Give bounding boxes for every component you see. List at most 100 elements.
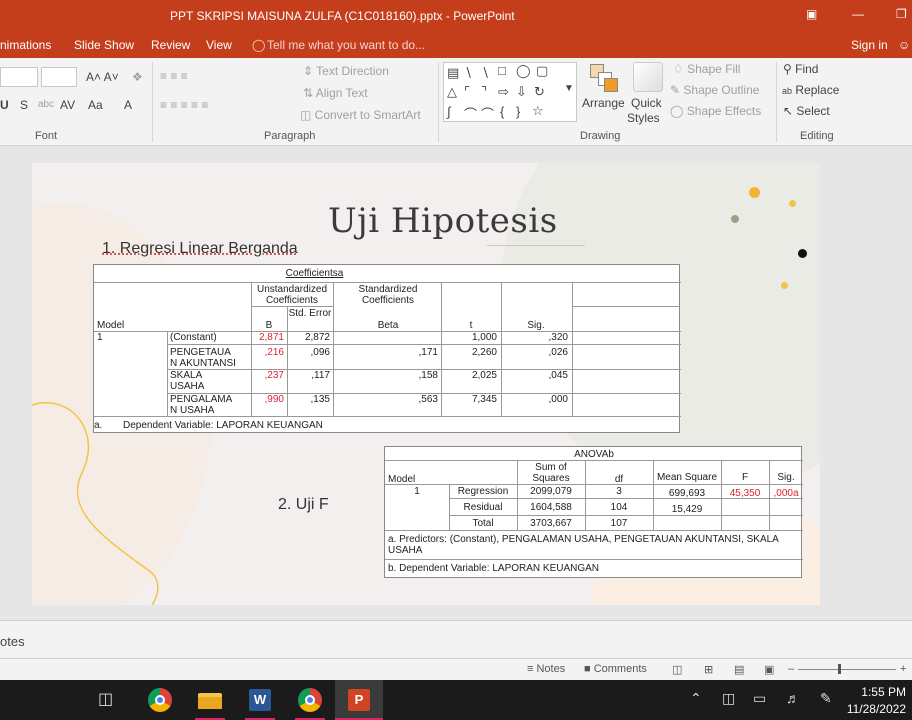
grow-font-icon[interactable]: A˄ A˅ — [86, 70, 119, 84]
coeff-row-name: PENGETAUA N AKUNTANSI — [170, 347, 236, 369]
anova-h-sig: Sig. — [777, 472, 795, 483]
slide-sorter-icon[interactable]: ⊞ — [704, 663, 713, 676]
tab-slide-show[interactable]: Slide Show — [74, 38, 134, 52]
tab-view[interactable]: View — [206, 38, 232, 52]
chrome-icon[interactable] — [295, 686, 325, 714]
shape-effects-button[interactable]: ◯ Shape Effects — [670, 104, 761, 118]
bullets-icon[interactable]: ≡ ≡ ≡ — [160, 69, 188, 83]
battery-icon[interactable]: ▭ — [753, 690, 766, 707]
replace-button[interactable]: ab Replace — [782, 83, 839, 97]
notes-toggle-button[interactable]: ≡ Notes — [527, 663, 565, 675]
text-direction-button[interactable]: ⇕ Text Direction — [303, 64, 389, 78]
rule — [385, 484, 803, 485]
quick-styles-icon[interactable] — [633, 62, 663, 92]
anova-row-ss: 1604,588 — [530, 502, 572, 513]
font-name-dropdown[interactable] — [0, 67, 38, 87]
align-text-button[interactable]: ⇅ Align Text — [303, 86, 368, 100]
select-button[interactable]: ↖ Select — [783, 104, 830, 118]
find-button[interactable]: ⚲ Find — [783, 62, 818, 76]
comments-button[interactable]: ■ Comments — [584, 663, 647, 675]
textbox-shape-icon: ▤ — [447, 65, 460, 80]
account-icon[interactable]: ☺ — [898, 38, 910, 52]
decor-dot — [731, 215, 739, 223]
group-label-paragraph: Paragraph — [264, 130, 316, 142]
quick-label[interactable]: Quick — [631, 96, 662, 110]
slide[interactable]: Uji Hipotesis 1. Regresi Linear Berganda… — [32, 163, 820, 605]
decor-dot — [749, 187, 760, 198]
clock-time: 1:55 PM — [861, 685, 906, 699]
tell-me-search[interactable]: Tell me what you want to do... — [267, 38, 425, 52]
coeff-row-se: 2,872 — [304, 332, 330, 343]
tab-animations[interactable]: nimations — [0, 38, 51, 52]
align-icons[interactable]: ≡ ≡ ≡ ≡ ≡ — [160, 98, 208, 112]
zoom-slider-thumb[interactable] — [838, 664, 841, 674]
change-case-icon[interactable]: Aa — [88, 98, 103, 112]
coeff-footnote: Dependent Variable: LAPORAN KEUANGAN — [123, 420, 323, 431]
volume-icon[interactable]: ♬ — [786, 690, 800, 706]
shape-outline-button[interactable]: ✎ Shape Outline — [670, 83, 759, 97]
arrange-icon[interactable] — [590, 64, 618, 92]
rule — [385, 559, 803, 560]
coeff-h-model: Model — [97, 320, 125, 331]
underline-icon[interactable]: U — [0, 98, 9, 112]
ribbon-tabs: nimations Slide Show Review View ◯ Tell … — [0, 32, 912, 58]
gallery-more-icon: ▼ — [564, 83, 574, 94]
anova-row-ss: 2099,079 — [530, 486, 572, 497]
system-clock[interactable]: 1:55 PM 11/28/2022 — [847, 684, 906, 718]
font-color-icon[interactable]: A — [124, 98, 132, 112]
clear-format-icon[interactable]: ❖ — [132, 70, 143, 84]
coeff-row-name: PENGALAMA N USAHA — [170, 394, 232, 416]
coeff-h-t: t — [469, 320, 473, 331]
arrange-button[interactable]: Arrange — [582, 96, 625, 110]
rounded-rect-shape-icon: ▢ — [536, 63, 549, 78]
heading-regresi-text: 1. Regresi Linear Berganda — [102, 240, 298, 257]
separator — [152, 62, 153, 142]
shadow-icon[interactable]: S — [20, 98, 28, 112]
anova-row-ss: 3703,667 — [530, 518, 572, 529]
slideshow-view-icon[interactable]: ▣ — [764, 663, 774, 676]
powerpoint-taskbar-item[interactable]: P — [335, 680, 383, 720]
shapes-gallery[interactable]: ▤ ∖ ∖ □ ◯ ▢ △ ⌜ ⌝ ⇨ ⇩ ↻ ∫ ⌒ ⌒ { } ☆ ▼ — [443, 62, 577, 122]
coeff-row-beta: ,171 — [418, 347, 438, 358]
coeff-h-std: Standardized Coefficients — [358, 284, 418, 306]
minimize-icon[interactable]: — — [852, 7, 864, 21]
anova-row-df: 3 — [616, 486, 622, 497]
zoom-in-icon[interactable]: + — [900, 663, 906, 675]
shape-fill-button[interactable]: ♢ Shape Fill — [673, 62, 740, 76]
coeff-row-sig: ,000 — [548, 394, 568, 405]
device-icon[interactable]: ◫ — [722, 690, 735, 707]
tab-review[interactable]: Review — [151, 38, 190, 52]
coeff-row-model: 1 — [97, 332, 103, 343]
font-size-dropdown[interactable] — [41, 67, 77, 87]
char-spacing-icon[interactable]: AV — [60, 98, 75, 112]
zoom-slider[interactable] — [798, 669, 896, 670]
group-label-font: Font — [35, 130, 58, 142]
rule — [251, 306, 333, 307]
elbow2-shape-icon: ⌝ — [481, 84, 488, 99]
ribbon-display-icon[interactable]: ▣ — [806, 7, 817, 21]
restore-icon[interactable]: ❐ — [896, 7, 907, 21]
strikethrough-icon[interactable]: abc — [38, 99, 54, 110]
coeff-h-unstd: Unstandardized Coefficients — [256, 284, 328, 306]
chrome-icon[interactable] — [145, 686, 175, 714]
file-explorer-icon[interactable] — [195, 686, 225, 714]
reading-view-icon[interactable]: ▤ — [734, 663, 744, 676]
chevron-up-icon[interactable]: ⌃ — [690, 690, 702, 707]
decor-dot — [781, 282, 788, 289]
task-view-icon[interactable]: ◫ — [98, 689, 113, 709]
notes-pane[interactable]: otes — [0, 620, 912, 660]
rect-shape-icon: □ — [498, 63, 506, 78]
coeff-row-beta: ,158 — [418, 370, 438, 381]
notes-toggle-label: Notes — [536, 663, 566, 675]
sign-in-link[interactable]: Sign in — [851, 38, 888, 52]
slide-title: Uji Hipotesis — [328, 201, 558, 241]
word-icon[interactable]: W — [245, 686, 275, 714]
styles-label[interactable]: Styles — [627, 111, 660, 125]
normal-view-icon[interactable]: ◫ — [672, 663, 682, 676]
rule — [572, 306, 680, 307]
coeff-row-name: SKALA USAHA — [170, 370, 205, 392]
pen-icon[interactable]: ✎ — [820, 690, 832, 707]
rule — [385, 530, 803, 531]
convert-smartart-button[interactable]: ◫ Convert to SmartArt — [300, 108, 421, 122]
zoom-out-icon[interactable]: – — [788, 663, 794, 675]
